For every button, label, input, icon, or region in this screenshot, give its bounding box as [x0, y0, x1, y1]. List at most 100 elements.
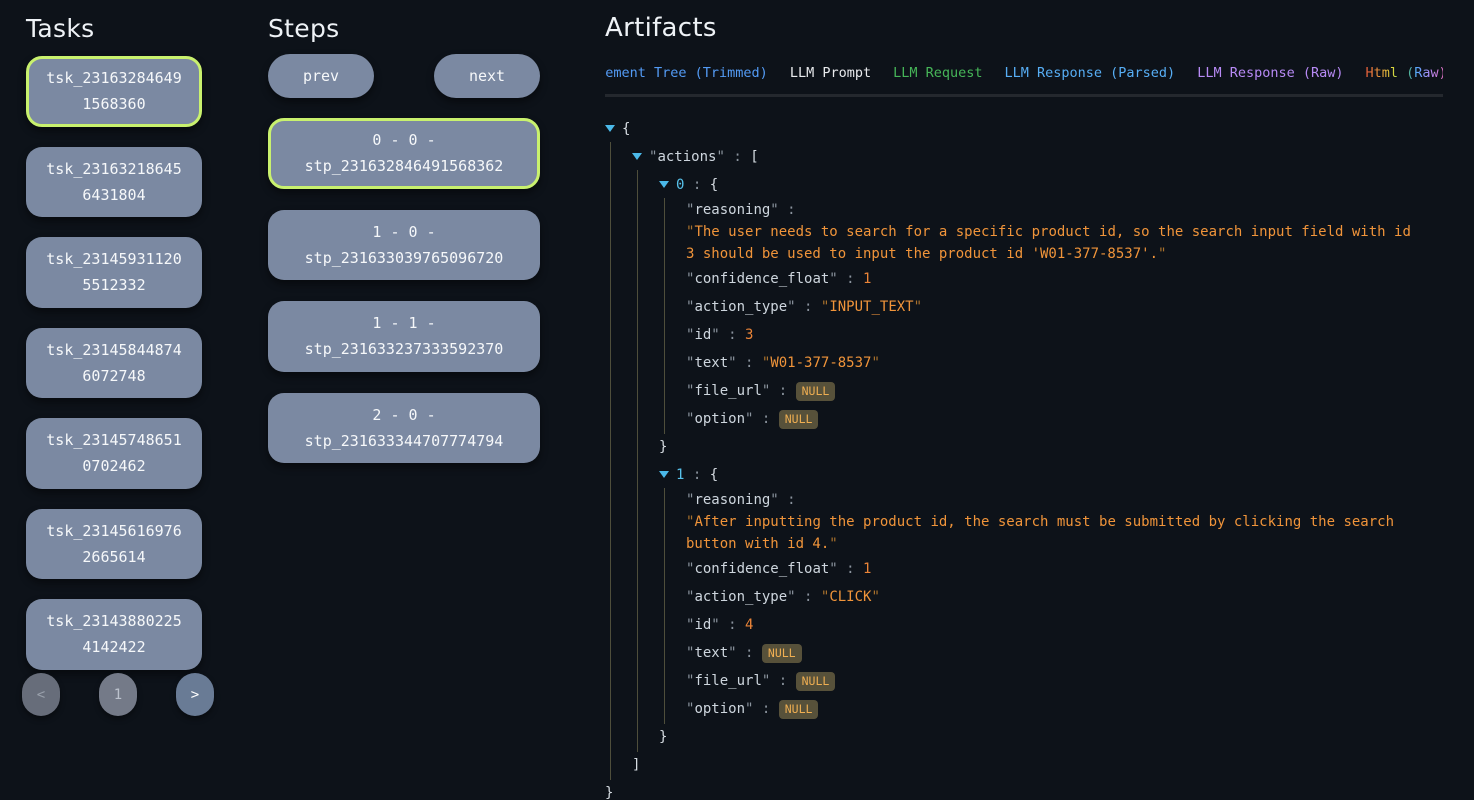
steps-nav: prev next — [268, 54, 540, 98]
json-string: button with id 4. — [686, 536, 829, 552]
next-step-button[interactable]: next — [434, 54, 540, 98]
next-page-button[interactable]: > — [176, 673, 214, 716]
json-line: "file_url" : NULL — [605, 667, 1443, 695]
json-number: 1 — [863, 561, 871, 577]
json-key: reasoning — [694, 492, 770, 508]
json-bracket: [ — [750, 149, 758, 165]
indent-guide — [632, 433, 659, 461]
json-number: 3 — [745, 327, 753, 343]
json-line: "action_type" : "INPUT_TEXT" — [605, 293, 1443, 321]
json-key: option — [694, 411, 745, 427]
json-string: After inputting the product id, the sear… — [694, 514, 1394, 530]
indent-guide — [632, 171, 659, 199]
artifacts-title: Artifacts — [605, 13, 1443, 43]
indent-guide — [632, 349, 659, 377]
json-key: confidence_float — [694, 271, 829, 287]
json-null-badge: NULL — [762, 644, 802, 663]
json-quote: " — [686, 561, 694, 577]
indent-guide — [605, 143, 632, 171]
json-colon: : — [720, 327, 745, 343]
json-quote: " — [711, 617, 719, 633]
json-quote: " — [745, 701, 753, 717]
json-line: } — [605, 433, 1443, 461]
json-quote: " — [762, 383, 770, 399]
json-colon: : — [753, 411, 778, 427]
json-bracket: } — [659, 729, 667, 745]
task-button[interactable]: tsk_231438802254142422 — [26, 599, 202, 670]
json-quote: " — [686, 355, 694, 371]
indent-guide — [632, 667, 659, 695]
json-tree: {"actions" : [0 : {"reasoning" : "The us… — [605, 115, 1443, 800]
json-null-badge: NULL — [779, 700, 819, 719]
collapse-arrow-icon[interactable] — [659, 181, 676, 188]
json-quote: " — [686, 224, 694, 240]
json-colon: : — [838, 561, 863, 577]
task-button[interactable]: tsk_231456169762665614 — [26, 509, 202, 580]
collapse-arrow-icon[interactable] — [632, 153, 649, 160]
collapse-arrow-icon[interactable] — [659, 471, 676, 478]
json-colon: : — [720, 617, 745, 633]
tab-llm-response-raw[interactable]: LLM Response (Raw) — [1197, 65, 1343, 81]
step-list: 0 - 0 - stp_231632846491568362 1 - 0 - st… — [268, 118, 540, 463]
indent-guide — [659, 199, 686, 221]
task-button[interactable]: tsk_231632846491568360 — [26, 56, 202, 127]
json-quote: " — [686, 514, 694, 530]
json-key: option — [694, 701, 745, 717]
json-line: 0 : { — [605, 171, 1443, 199]
json-quote: " — [745, 411, 753, 427]
tab-llm-prompt[interactable]: LLM Prompt — [790, 65, 871, 81]
indent-guide — [632, 555, 659, 583]
indent-guide — [605, 265, 632, 293]
json-quote: " — [770, 492, 778, 508]
page-number-button[interactable]: 1 — [99, 673, 137, 716]
json-bracket: { — [710, 177, 718, 193]
tab-llm-response-parsed[interactable]: LLM Response (Parsed) — [1005, 65, 1176, 81]
json-null-badge: NULL — [779, 410, 819, 429]
step-button[interactable]: 1 - 0 - stp_231633039765096720 — [268, 210, 540, 281]
prev-page-button[interactable]: < — [22, 673, 60, 716]
json-key: reasoning — [694, 202, 770, 218]
indent-guide — [632, 511, 659, 533]
indent-guide — [632, 293, 659, 321]
tab-element-tree-trimmed[interactable]: Element Tree (Trimmed) — [605, 65, 768, 81]
collapse-arrow-icon[interactable] — [605, 125, 622, 132]
step-button[interactable]: 2 - 0 - stp_231633344707774794 — [268, 393, 540, 464]
task-button[interactable]: tsk_231459311205512332 — [26, 237, 202, 308]
tab-llm-request[interactable]: LLM Request — [893, 65, 982, 81]
json-index: 1 — [676, 467, 684, 483]
json-quote: " — [728, 355, 736, 371]
indent-guide — [632, 723, 659, 751]
json-key: text — [694, 645, 728, 661]
indent-guide — [659, 489, 686, 511]
json-key: actions — [657, 149, 716, 165]
prev-step-button[interactable]: prev — [268, 54, 374, 98]
tasks-pagination: < 1 > — [22, 673, 214, 716]
tab-html-raw[interactable]: Html (Raw) — [1366, 65, 1444, 81]
json-quote: " — [711, 327, 719, 343]
indent-guide — [632, 533, 659, 555]
json-quote: " — [821, 299, 829, 315]
json-line: 1 : { — [605, 461, 1443, 489]
json-colon: : — [770, 383, 795, 399]
step-button[interactable]: 0 - 0 - stp_231632846491568362 — [268, 118, 540, 189]
step-button[interactable]: 1 - 1 - stp_231633237333592370 — [268, 301, 540, 372]
indent-guide — [632, 199, 659, 221]
indent-guide — [605, 461, 632, 489]
indent-guide — [605, 349, 632, 377]
json-quote: " — [649, 149, 657, 165]
json-quote: " — [871, 589, 879, 605]
indent-guide — [632, 695, 659, 723]
indent-guide — [632, 639, 659, 667]
json-string: The user needs to search for a specific … — [694, 224, 1410, 240]
indent-guide — [632, 405, 659, 433]
json-line: } — [605, 723, 1443, 751]
task-button[interactable]: tsk_231632186456431804 — [26, 147, 202, 218]
json-quote: " — [829, 271, 837, 287]
json-null-badge: NULL — [796, 382, 836, 401]
indent-guide — [605, 171, 632, 199]
json-key: action_type — [694, 299, 787, 315]
json-colon: : — [838, 271, 863, 287]
task-button[interactable]: tsk_231457486510702462 — [26, 418, 202, 489]
task-button[interactable]: tsk_231458448746072748 — [26, 328, 202, 399]
json-line: ] — [605, 751, 1443, 779]
